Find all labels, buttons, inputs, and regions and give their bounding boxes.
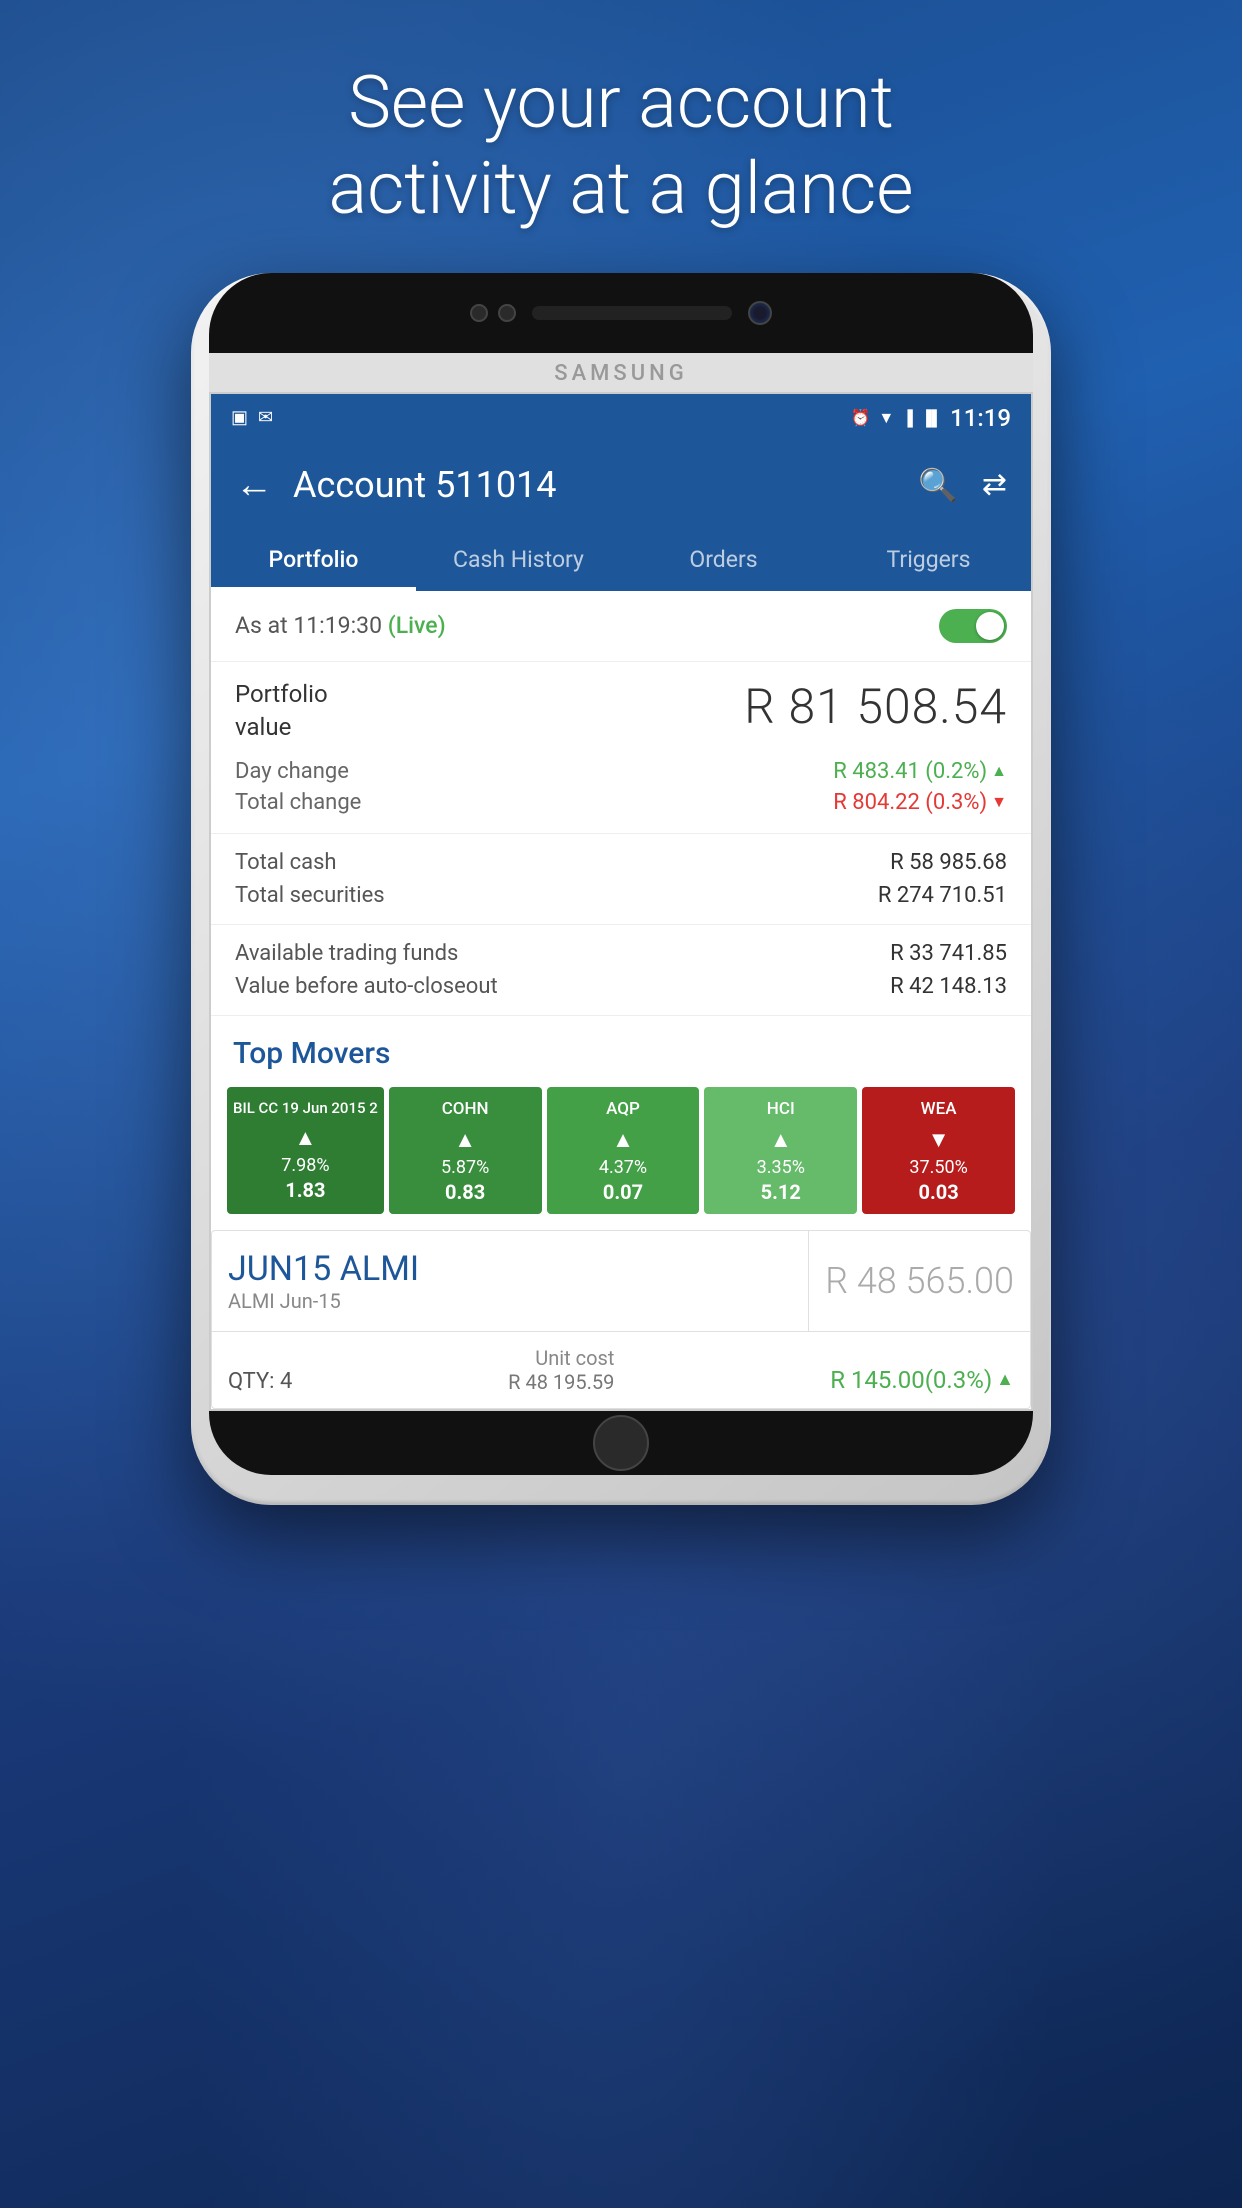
status-bar: ▣ ✉ ⏰ ▼ ▐ ▐▌ 11:19 (211, 394, 1031, 442)
search-icon[interactable]: 🔍 (918, 466, 958, 504)
total-cash-value: R 58 985.68 (890, 850, 1007, 875)
security-qty: QTY: 4 (228, 1369, 292, 1394)
front-camera (748, 301, 772, 325)
camera-dot-1 (470, 304, 488, 322)
mover-arrow-up-3: ▲ (553, 1127, 694, 1153)
mover-name-5: WEA (868, 1099, 1009, 1119)
total-securities-label: Total securities (235, 883, 385, 908)
hero-line2: activity at a glance (329, 146, 914, 232)
mover-val-1: 1.83 (233, 1178, 378, 1202)
total-change-value: R 804.22 (0.3%) ▼ (833, 790, 1007, 815)
content-area: As at 11:19:30 (Live) Portfolio value (211, 591, 1031, 1409)
portfolio-value-section: Portfolio value R 81 508.54 Day change R… (211, 662, 1031, 834)
mover-arrow-up-2: ▲ (395, 1127, 536, 1153)
security-name: JUN15 ALMI (228, 1249, 792, 1289)
mover-name-1: BIL CC 19 Jun 2015 2 (233, 1099, 378, 1117)
movers-grid: BIL CC 19 Jun 2015 2 ▲ 7.98% 1.83 COHN ▲… (227, 1087, 1015, 1214)
security-price: R 48 565.00 (825, 1260, 1014, 1302)
available-funds-value: R 33 741.85 (890, 941, 1007, 966)
wifi-icon: ▼ (878, 408, 894, 428)
alarm-icon: ⏰ (850, 408, 870, 427)
tab-triggers[interactable]: Triggers (826, 528, 1031, 591)
top-movers-title: Top Movers (227, 1036, 1015, 1071)
unit-cost-value: R 48 195.59 (508, 1370, 614, 1394)
top-movers-section: Top Movers BIL CC 19 Jun 2015 2 ▲ 7.98% … (211, 1016, 1031, 1230)
samsung-brand: SAMSUNG (209, 353, 1033, 392)
security-sub: ALMI Jun-15 (228, 1289, 792, 1313)
mover-card-2[interactable]: COHN ▲ 5.87% 0.83 (389, 1087, 542, 1214)
closeout-value: R 42 148.13 (890, 974, 1007, 999)
total-cash-label: Total cash (235, 850, 337, 875)
tab-orders[interactable]: Orders (621, 528, 826, 591)
tab-portfolio[interactable]: Portfolio (211, 528, 416, 591)
mover-val-2: 0.83 (395, 1180, 536, 1204)
mover-arrow-up-4: ▲ (710, 1127, 851, 1153)
mover-card-4[interactable]: HCI ▲ 3.35% 5.12 (704, 1087, 857, 1214)
mover-pct-3: 4.37% (553, 1157, 694, 1178)
live-status-text: As at 11:19:30 (Live) (235, 612, 446, 639)
portfolio-value: R 81 508.54 (744, 678, 1007, 735)
closeout-label: Value before auto-closeout (235, 974, 498, 999)
app-header: ← Account 511014 🔍 ⇄ (211, 442, 1031, 528)
day-change-label: Day change (235, 759, 349, 784)
hero-line1: See your account (329, 60, 914, 146)
speaker-grille (532, 306, 732, 320)
day-change-arrow-up: ▲ (991, 761, 1007, 781)
back-button[interactable]: ← (235, 463, 273, 507)
phone-device: SAMSUNG ▣ ✉ ⏰ ▼ ▐ ▐▌ 11:19 ← (191, 273, 1051, 1505)
camera-dot-2 (498, 304, 516, 322)
battery-icon: ▐▌ (921, 409, 942, 427)
transfer-icon[interactable]: ⇄ (982, 467, 1007, 502)
available-funds-label: Available trading funds (235, 941, 458, 966)
live-status-row: As at 11:19:30 (Live) (211, 591, 1031, 662)
mover-pct-1: 7.98% (233, 1155, 378, 1176)
mover-name-2: COHN (395, 1099, 536, 1119)
home-button[interactable] (593, 1415, 649, 1471)
security-change-arrow: ▲ (996, 1369, 1014, 1390)
total-securities-value: R 274 710.51 (878, 883, 1007, 908)
email-icon: ✉ (258, 407, 273, 428)
mover-pct-4: 3.35% (710, 1157, 851, 1178)
tab-cash-history[interactable]: Cash History (416, 528, 621, 591)
security-card[interactable]: JUN15 ALMI ALMI Jun-15 R 48 565.00 QTY: … (211, 1230, 1031, 1409)
image-icon: ▣ (231, 407, 248, 428)
phone-screen: ▣ ✉ ⏰ ▼ ▐ ▐▌ 11:19 ← Account 511014 🔍 ⇄ (209, 392, 1033, 1411)
tab-bar: Portfolio Cash History Orders Triggers (211, 528, 1031, 591)
mover-card-5[interactable]: WEA ▼ 37.50% 0.03 (862, 1087, 1015, 1214)
total-change-label: Total change (235, 790, 361, 815)
day-change-value: R 483.41 (0.2%) ▲ (833, 759, 1007, 784)
mover-name-4: HCI (710, 1099, 851, 1119)
mover-name-3: AQP (553, 1099, 694, 1119)
mover-val-3: 0.07 (553, 1180, 694, 1204)
mover-val-4: 5.12 (710, 1180, 851, 1204)
mover-arrow-up-1: ▲ (233, 1125, 378, 1151)
unit-cost-label: Unit cost (508, 1346, 614, 1370)
mover-pct-2: 5.87% (395, 1157, 536, 1178)
total-change-arrow-down: ▼ (991, 792, 1007, 812)
header-icons: 🔍 ⇄ (918, 466, 1007, 504)
live-toggle[interactable] (939, 609, 1007, 643)
mover-card-1[interactable]: BIL CC 19 Jun 2015 2 ▲ 7.98% 1.83 (227, 1087, 384, 1214)
trading-funds-section: Available trading funds R 33 741.85 Valu… (211, 925, 1031, 1016)
cash-securities-section: Total cash R 58 985.68 Total securities … (211, 834, 1031, 925)
status-time: 11:19 (950, 404, 1011, 432)
header-title: Account 511014 (293, 464, 918, 506)
security-change: R 145.00(0.3%) ▲ (830, 1366, 1014, 1394)
mover-val-5: 0.03 (868, 1180, 1009, 1204)
mover-pct-5: 37.50% (868, 1157, 1009, 1178)
signal-icon: ▐ (902, 409, 913, 427)
portfolio-label: Portfolio value (235, 678, 328, 745)
mover-arrow-down-5: ▼ (868, 1127, 1009, 1153)
mover-card-3[interactable]: AQP ▲ 4.37% 0.07 (547, 1087, 700, 1214)
